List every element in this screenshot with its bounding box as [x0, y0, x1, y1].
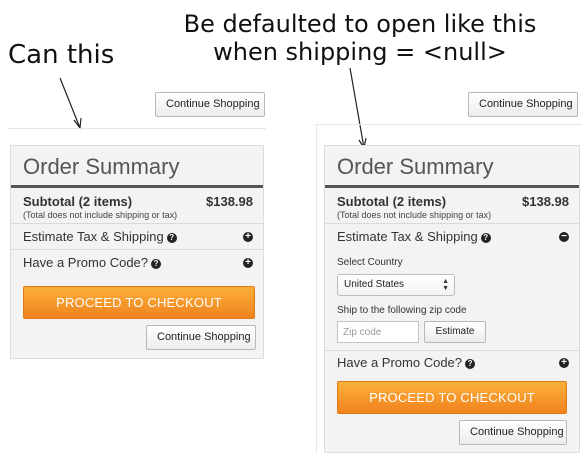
- help-icon[interactable]: ?: [166, 233, 177, 243]
- right-vertical-rule: [316, 124, 317, 454]
- continue-shopping-button[interactable]: Continue Shopping: [459, 420, 567, 445]
- country-select-value: United States: [344, 279, 405, 290]
- continue-shopping-button[interactable]: Continue Shopping: [468, 92, 578, 117]
- left-arrow: [59, 77, 81, 129]
- order-summary-title: Order Summary: [11, 146, 263, 188]
- estimate-tax-shipping-row[interactable]: Estimate Tax & Shipping? −: [325, 224, 579, 250]
- help-icon[interactable]: ?: [465, 359, 476, 369]
- proceed-to-checkout-button[interactable]: PROCEED TO CHECKOUT: [23, 286, 255, 319]
- select-country-label: Select Country: [337, 257, 403, 268]
- zip-code-label: Ship to the following zip code: [337, 305, 467, 316]
- right-arrow: [349, 67, 365, 149]
- expand-icon[interactable]: +: [243, 232, 253, 242]
- promo-code-label: Have a Promo Code?: [337, 355, 463, 370]
- order-summary-title: Order Summary: [325, 146, 579, 188]
- help-icon[interactable]: ?: [480, 233, 491, 243]
- select-arrows-icon: ▲ ▼: [442, 278, 449, 292]
- right-divider: [316, 124, 582, 125]
- left-arrow-head: [73, 117, 82, 130]
- subtotal-row: Subtotal (2 items) (Total does not inclu…: [11, 188, 263, 224]
- promo-code-row[interactable]: Have a Promo Code?? +: [325, 350, 579, 376]
- estimate-button[interactable]: Estimate: [424, 321, 486, 343]
- promo-code-row[interactable]: Have a Promo Code?? +: [11, 250, 263, 276]
- expand-icon[interactable]: +: [243, 258, 253, 268]
- estimate-tax-shipping-row[interactable]: Estimate Tax & Shipping? +: [11, 224, 263, 250]
- zip-code-input[interactable]: [337, 321, 419, 343]
- annotation-can-this: Can this: [8, 40, 115, 70]
- help-icon[interactable]: ?: [151, 259, 162, 269]
- proceed-to-checkout-button[interactable]: PROCEED TO CHECKOUT: [337, 381, 567, 414]
- annotation-line-1: Be defaulted to open like this: [183, 10, 537, 38]
- annotation-line-2: when shipping = <null>: [213, 38, 507, 66]
- subtotal-amount: $138.98: [522, 194, 569, 209]
- expand-icon[interactable]: +: [559, 358, 569, 368]
- annotation-default-open: Be defaulted to open like this when ship…: [150, 10, 570, 66]
- subtotal-amount: $138.98: [206, 194, 253, 209]
- subtotal-note: (Total does not include shipping or tax): [23, 210, 178, 220]
- country-select[interactable]: United States ▲ ▼: [337, 274, 455, 296]
- estimate-tax-shipping-label: Estimate Tax & Shipping: [23, 229, 164, 244]
- collapse-icon[interactable]: −: [559, 232, 569, 242]
- left-divider: [8, 128, 266, 129]
- continue-shopping-button[interactable]: Continue Shopping: [155, 92, 265, 117]
- subtotal-row: Subtotal (2 items) (Total does not inclu…: [325, 188, 579, 224]
- continue-shopping-button[interactable]: Continue Shopping: [146, 325, 256, 350]
- promo-code-label: Have a Promo Code?: [23, 255, 149, 270]
- estimate-tax-shipping-label: Estimate Tax & Shipping: [337, 229, 478, 244]
- subtotal-note: (Total does not include shipping or tax): [337, 210, 492, 220]
